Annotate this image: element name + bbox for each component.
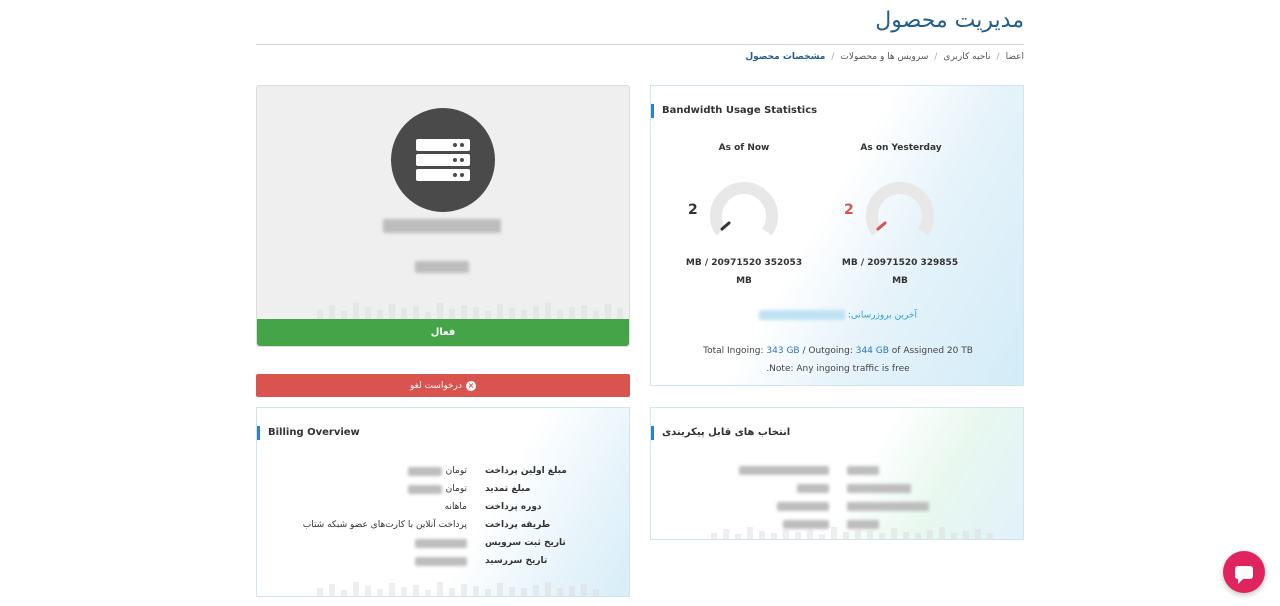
config-option-value-redacted (847, 466, 879, 475)
billing-card-title: Billing Overview (257, 426, 360, 440)
times-circle-icon: × (466, 380, 477, 391)
chat-icon (1235, 565, 1253, 584)
gauge-yesterday-usage: MB / 20971520 329855 MB (841, 258, 959, 286)
gauge-now (710, 182, 778, 236)
last-update-label: آخرین بروزرسانی: (847, 310, 917, 321)
traffic-total: Total Ingoing: 343 GB / Outgoing: 344 GB… (703, 346, 973, 356)
billing-row-registration-date: تاریخ ثبت سرویس (257, 538, 629, 548)
config-option-value-redacted (847, 484, 911, 493)
breadcrumb-item-user-area[interactable]: ناحیه کاربری (943, 52, 990, 62)
configurable-options-title: انتخاب های قابل پیکربندی (651, 426, 790, 440)
bandwidth-card-title: Bandwidth Usage Statistics (651, 104, 817, 118)
status-badge: فعال (257, 319, 629, 346)
billing-row-method: طریقه پرداخت پرداخت آنلاین با کارت‌های ع… (302, 520, 551, 530)
breadcrumb-item-product-details: مشخصات محصول (745, 52, 826, 62)
billing-card: Billing Overview مبلغ اولین پرداخت تومان… (256, 407, 630, 597)
title-divider (256, 44, 1024, 45)
breadcrumb: اعضا / ناحیه کاربری / سرویس ها و محصولات… (745, 52, 1024, 62)
billing-row-first-payment: مبلغ اولین پرداخت تومان (257, 466, 629, 476)
config-option-value-redacted (847, 502, 929, 511)
gauge-yesterday-label: As on Yesterday (860, 143, 942, 153)
decorative-bars (317, 303, 623, 319)
bandwidth-card: Bandwidth Usage Statistics As of Now As … (650, 85, 1024, 386)
traffic-note: .Note: Any ingoing traffic is free (766, 364, 910, 374)
decorative-bars (317, 582, 599, 596)
breadcrumb-separator: / (831, 52, 835, 62)
decorative-bars (711, 527, 993, 539)
breadcrumb-separator: / (996, 52, 1000, 62)
last-update: آخرین بروزرسانی: (651, 310, 1023, 321)
config-option-label-redacted (777, 502, 829, 511)
product-card: فعال (256, 85, 630, 347)
gauge-yesterday-value: 2 (844, 202, 854, 218)
page-title: مدیریت محصول (875, 8, 1024, 33)
gauge-now-label: As of Now (718, 143, 770, 153)
server-icon (391, 108, 495, 212)
billing-row-renewal: مبلغ تمدید تومان (257, 484, 629, 494)
chat-button[interactable] (1223, 551, 1265, 593)
breadcrumb-separator: / (934, 52, 938, 62)
gauge-yesterday (866, 182, 934, 236)
last-update-value-redacted (759, 310, 846, 320)
breadcrumb-item-members[interactable]: اعضا (1006, 52, 1024, 62)
cancel-request-label: درخواست لغو (409, 380, 463, 391)
configurable-options-card: انتخاب های قابل پیکربندی (650, 407, 1024, 540)
billing-row-cycle: دوره پرداخت ماهانه (444, 502, 542, 512)
gauge-now-value: 2 (688, 202, 698, 218)
product-domain-redacted (415, 261, 469, 273)
breadcrumb-item-services[interactable]: سرویس ها و محصولات (840, 52, 928, 62)
product-name-redacted (383, 219, 501, 233)
config-option-label-redacted (797, 484, 829, 493)
config-option-label-redacted (739, 466, 829, 475)
billing-row-due-date: تاریخ سررسید (257, 556, 629, 566)
gauge-now-usage: MB / 20971520 352053 MB (685, 258, 803, 286)
cancel-request-button[interactable]: × درخواست لغو (256, 374, 630, 397)
